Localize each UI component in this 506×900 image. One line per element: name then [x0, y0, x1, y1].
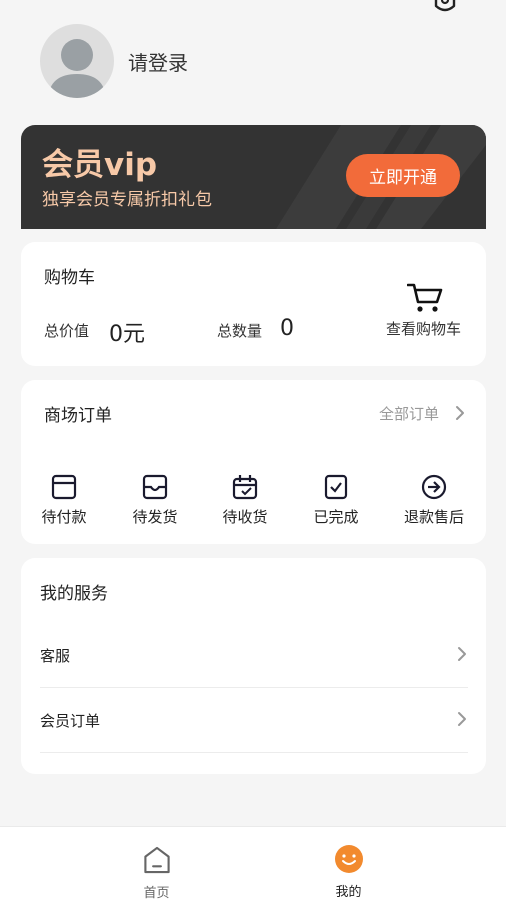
smile-icon [334, 845, 363, 873]
orders-card: 商场订单 全部订单 待付款 待发货 待收货 已完成 退款售后 [21, 380, 486, 544]
calendar-check-icon [232, 475, 258, 500]
all-orders-link[interactable]: 全部订单 [379, 403, 439, 424]
tab-label: 我的 [335, 885, 362, 900]
order-pending-payment[interactable]: 待付款 [24, 474, 104, 527]
total-qty-label: 总数量 [217, 322, 263, 340]
order-item-label: 待收货 [222, 508, 268, 526]
order-completed[interactable]: 已完成 [296, 474, 376, 527]
profile-header[interactable]: 请登录 [40, 24, 188, 98]
vip-activate-button[interactable]: 立即开通 [346, 154, 460, 197]
order-item-label: 待发货 [132, 508, 178, 526]
chevron-right-icon[interactable] [454, 404, 466, 422]
tab-label: 首页 [143, 886, 170, 900]
avatar[interactable] [40, 24, 114, 98]
wallet-icon [51, 474, 77, 500]
vip-subtitle: 独享会员专属折扣礼包 [42, 190, 212, 210]
login-link[interactable]: 请登录 [128, 47, 188, 76]
orders-title: 商场订单 [44, 406, 112, 426]
order-item-label: 退款售后 [403, 508, 464, 526]
checkbox-icon [324, 474, 348, 500]
cart-card: 购物车 总价值 0元 总数量 0 查看购物车 [21, 242, 486, 366]
services-card: 我的服务 客服 会员订单 [21, 558, 486, 774]
chevron-right-icon [458, 647, 466, 661]
inbox-icon [142, 474, 168, 500]
total-price-label: 总价值 [44, 322, 90, 340]
service-row-member-orders[interactable]: 会员订单 [40, 688, 468, 753]
service-label: 会员订单 [40, 712, 101, 730]
vip-title: 会员vip [42, 147, 158, 183]
tab-mine[interactable]: 我的 [222, 827, 475, 900]
arrow-circle-icon [421, 474, 447, 500]
service-label: 客服 [40, 647, 71, 665]
order-item-label: 已完成 [313, 508, 359, 526]
cart-title: 购物车 [44, 268, 95, 288]
order-refund[interactable]: 退款售后 [394, 474, 474, 527]
view-cart-link[interactable]: 查看购物车 [386, 318, 461, 339]
settings-icon[interactable] [430, 0, 460, 20]
vip-banner[interactable]: 会员vip 独享会员专属折扣礼包 立即开通 [21, 125, 486, 229]
order-item-label: 待付款 [41, 508, 87, 526]
total-price-value: 0元 [109, 322, 145, 347]
service-row-customer-service[interactable]: 客服 [40, 623, 468, 688]
bottom-tab-bar: 首页 我的 [0, 826, 506, 900]
order-pending-receipt[interactable]: 待收货 [205, 474, 285, 527]
home-icon [143, 846, 170, 874]
chevron-right-icon [458, 712, 466, 726]
total-qty-value: 0 [280, 316, 294, 341]
cart-icon[interactable] [407, 282, 443, 314]
order-pending-shipment[interactable]: 待发货 [115, 474, 195, 527]
services-title: 我的服务 [40, 584, 108, 604]
user-placeholder-icon [48, 39, 106, 98]
